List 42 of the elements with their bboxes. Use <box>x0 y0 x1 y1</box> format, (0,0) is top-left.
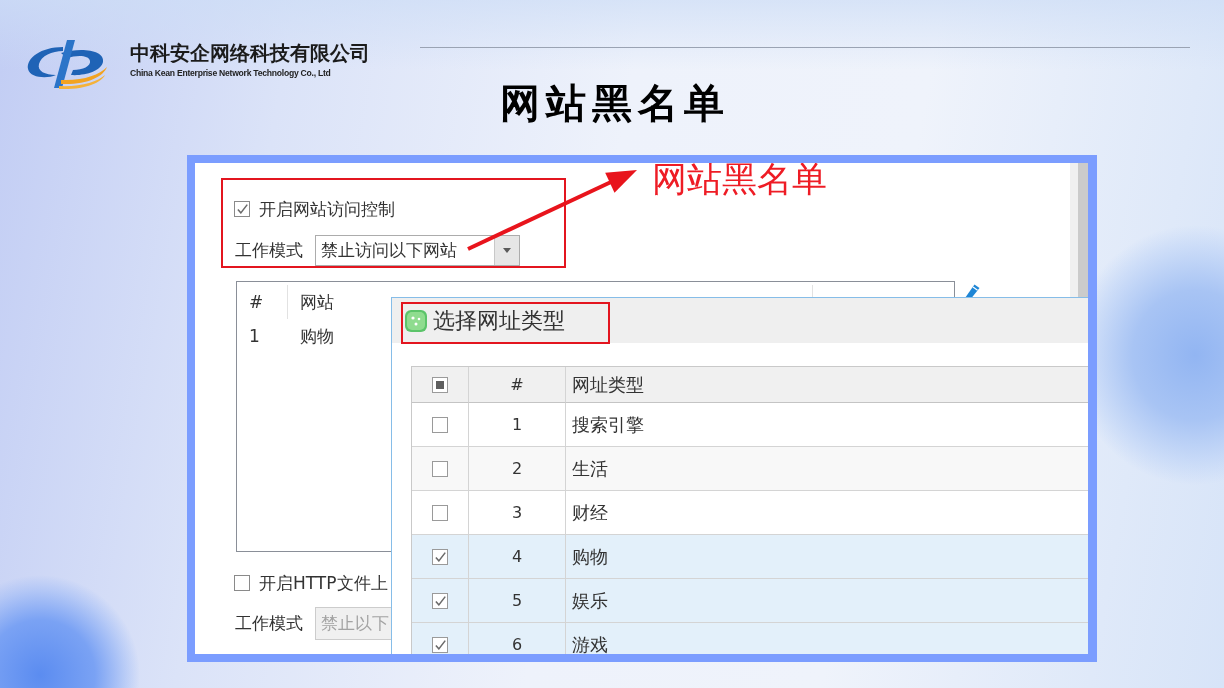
column-header: 网址类型 <box>566 367 1088 403</box>
checkbox[interactable] <box>432 504 448 521</box>
table-cell-text: 1 <box>248 326 261 346</box>
company-name: 中科安企网络科技有限公司 <box>130 43 370 65</box>
scrollbar-thumb[interactable] <box>1078 163 1088 297</box>
checkbox[interactable] <box>432 636 448 653</box>
checkbox[interactable] <box>432 460 448 477</box>
slide-title: 网站黑名单 <box>499 79 731 127</box>
table-cell: 3 <box>469 491 566 535</box>
checkbox[interactable] <box>432 376 448 393</box>
checkbox[interactable] <box>432 416 448 433</box>
app-icon <box>405 309 427 332</box>
table-cell: 购物 <box>566 535 1088 579</box>
checkbox[interactable] <box>234 575 250 591</box>
checkbox-label: 开启网站访问控制 <box>259 197 395 221</box>
table-cell: 4 <box>469 535 566 579</box>
checkbox[interactable] <box>234 201 250 217</box>
checkmark-icon <box>434 639 446 650</box>
checkmark-icon <box>434 551 446 562</box>
table-cell: 6 <box>469 623 566 654</box>
dropdown[interactable]: 禁止访问以下网站 <box>315 235 520 266</box>
table-cell-text: 购物 <box>299 324 335 348</box>
table-cell: 游戏 <box>566 623 1088 654</box>
company-name-english: China Kean Enterprise Network Technology Co., Ltd <box>130 68 332 78</box>
table-cell: 生活 <box>566 447 1088 491</box>
table-cell: 2 <box>469 447 566 491</box>
field-label: 工作模式 <box>235 612 304 635</box>
table-cell: 娱乐 <box>566 579 1088 623</box>
table-cell: 5 <box>469 579 566 623</box>
column-header: # <box>237 285 288 319</box>
checkmark-icon <box>434 595 446 606</box>
caret-icon <box>503 248 511 253</box>
logo-icon <box>25 38 109 90</box>
checkbox[interactable] <box>432 548 448 565</box>
dropdown-arrow-button[interactable] <box>494 236 519 265</box>
checkmark-icon <box>236 204 248 214</box>
scrollbar-track[interactable] <box>1070 163 1088 297</box>
field-label: 工作模式 <box>235 239 304 262</box>
checkbox-label: 开启HTTP文件上 <box>259 571 388 595</box>
checkbox[interactable] <box>432 592 448 609</box>
column-header: # <box>469 367 566 403</box>
table-cell: 1 <box>469 403 566 447</box>
